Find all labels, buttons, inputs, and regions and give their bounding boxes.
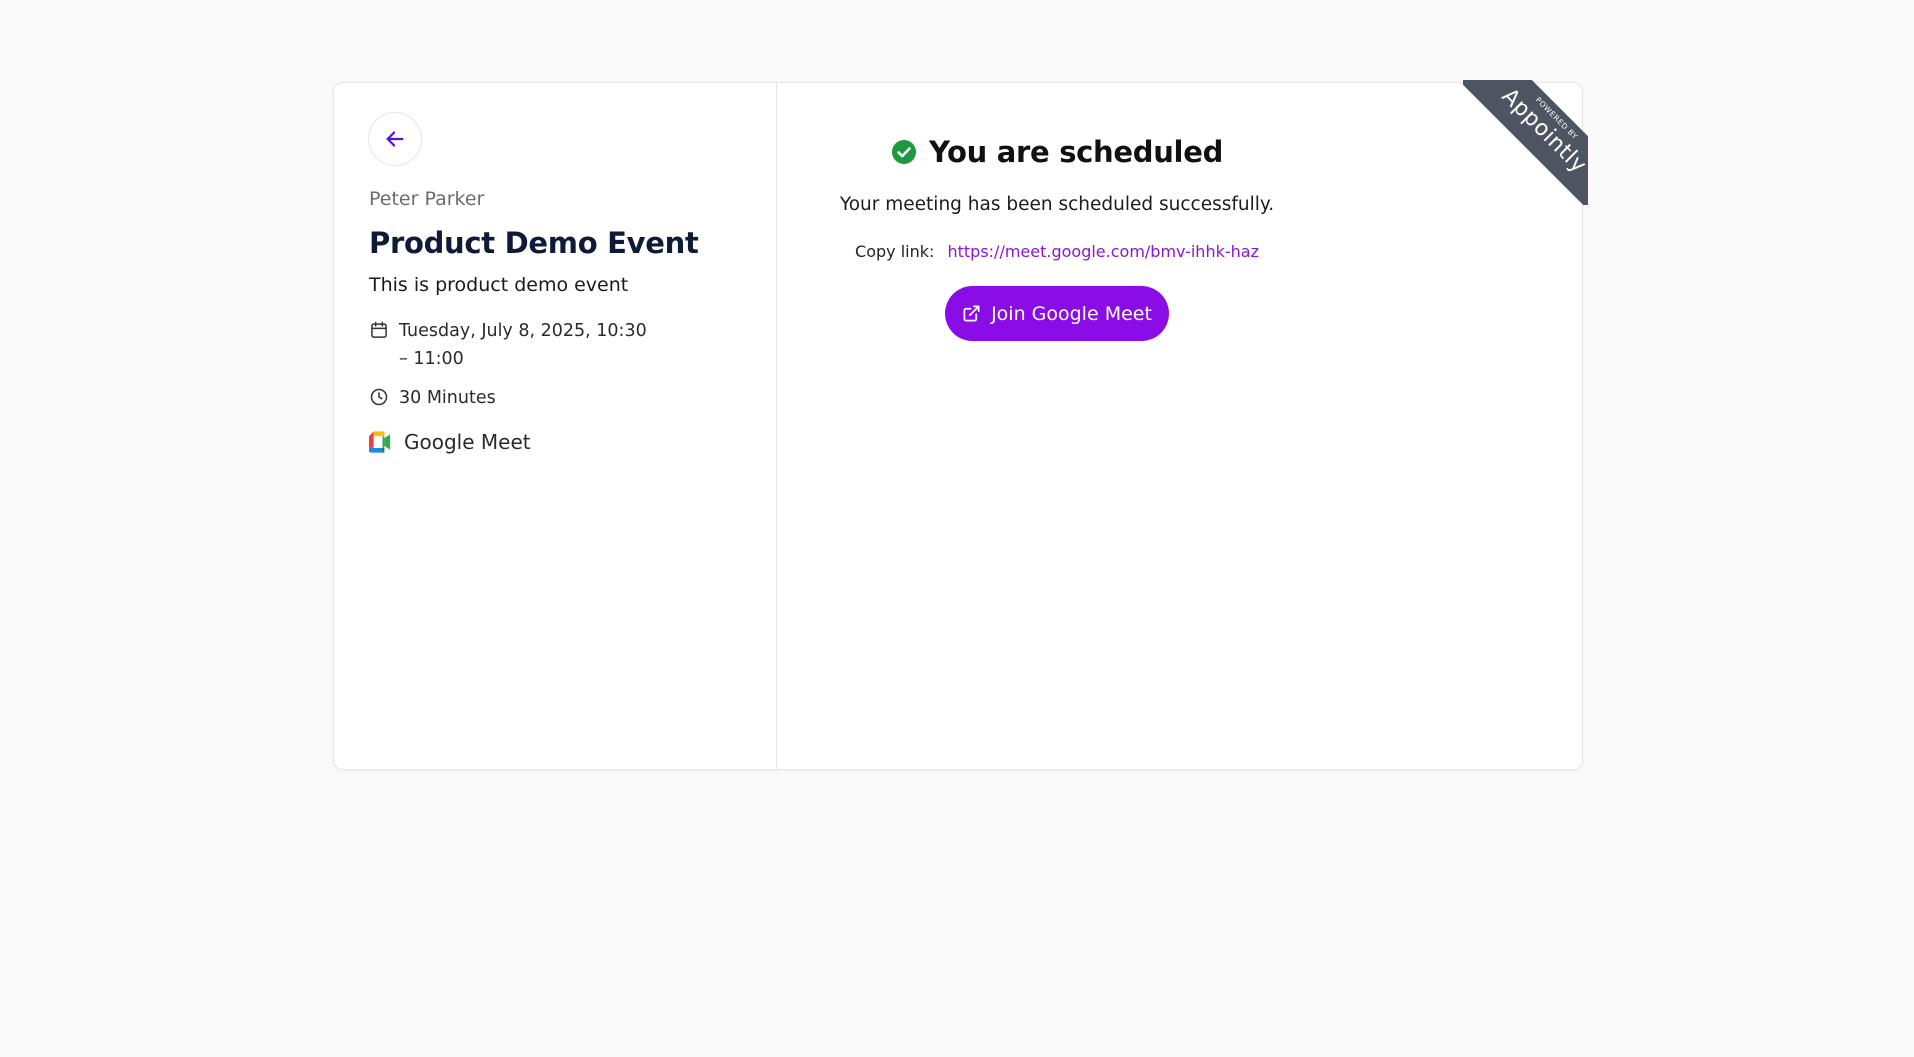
arrow-left-icon bbox=[386, 131, 404, 147]
host-name: Peter Parker bbox=[369, 188, 485, 210]
event-details-panel: Peter Parker Product Demo Event This is … bbox=[334, 83, 777, 769]
event-date-line1: Tuesday, July 8, 2025, 10:30 bbox=[399, 321, 647, 341]
check-circle-icon bbox=[891, 140, 916, 164]
copy-link-label: Copy link: bbox=[855, 242, 935, 261]
confirmation-header: You are scheduled bbox=[777, 135, 1337, 169]
event-location-row: Google Meet bbox=[369, 428, 531, 456]
event-date-text: Tuesday, July 8, 2025, 10:30 – 11:00 bbox=[399, 317, 647, 373]
confirmation-panel: You are scheduled Your meeting has been … bbox=[777, 83, 1582, 769]
clock-icon bbox=[370, 388, 388, 406]
ribbon-brand: Appointly bbox=[1496, 83, 1588, 179]
ribbon-band: POWERED BY Appointly bbox=[1463, 80, 1588, 205]
calendar-icon bbox=[371, 321, 387, 338]
confirmation-title: You are scheduled bbox=[928, 135, 1224, 169]
event-title: Product Demo Event bbox=[369, 226, 699, 260]
event-location: Google Meet bbox=[404, 430, 531, 454]
event-date-row: Tuesday, July 8, 2025, 10:30 – 11:00 bbox=[369, 317, 649, 373]
join-google-meet-button[interactable]: Join Google Meet bbox=[945, 286, 1169, 341]
booking-card: Peter Parker Product Demo Event This is … bbox=[333, 82, 1583, 770]
back-button[interactable] bbox=[368, 112, 422, 166]
join-button-label: Join Google Meet bbox=[991, 302, 1152, 325]
confirmation-message: Your meeting has been scheduled successf… bbox=[839, 194, 1275, 215]
event-duration: 30 Minutes bbox=[399, 388, 496, 408]
event-description: This is product demo event bbox=[369, 274, 629, 296]
event-date-line2: – 11:00 bbox=[399, 349, 464, 369]
google-meet-icon bbox=[369, 431, 391, 453]
copy-link-row: Copy link: https://meet.google.com/bmv-i… bbox=[777, 242, 1337, 261]
event-duration-row: 30 Minutes bbox=[369, 384, 496, 412]
powered-by-ribbon[interactable]: POWERED BY Appointly bbox=[1463, 80, 1588, 205]
meeting-link[interactable]: https://meet.google.com/bmv-ihhk-haz bbox=[947, 242, 1258, 261]
external-link-icon bbox=[963, 305, 980, 322]
